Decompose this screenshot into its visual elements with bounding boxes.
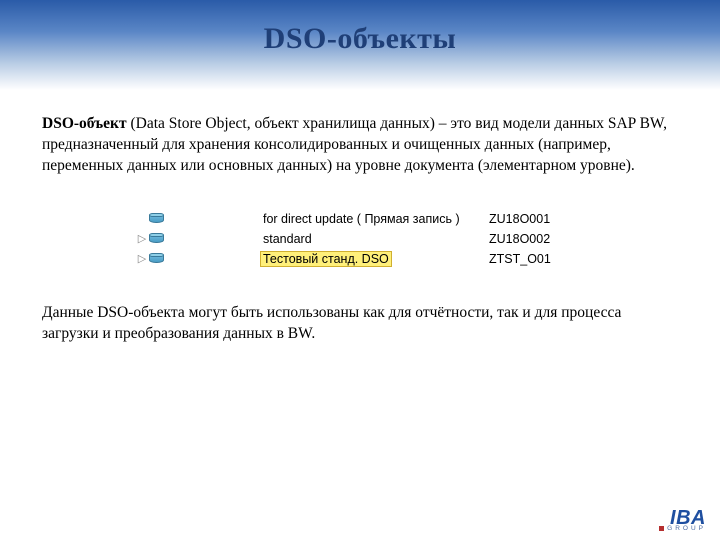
logo-subtext: GROUP bbox=[659, 525, 706, 532]
outro-paragraph: Данные DSO-объекта могут быть использова… bbox=[42, 303, 678, 345]
tree-code: ZU18O001 bbox=[489, 212, 599, 226]
page-title: DSO-объекты bbox=[0, 0, 720, 56]
tree-row[interactable]: ▷ for direct update ( Прямая запись ) ZU… bbox=[121, 209, 599, 229]
iba-logo: IBA GROUP bbox=[659, 509, 706, 532]
tree-label: standard bbox=[261, 232, 314, 246]
intro-paragraph: DSO-объект (Data Store Object, объект хр… bbox=[42, 114, 678, 177]
expand-icon[interactable]: ▷ bbox=[137, 232, 147, 245]
intro-rest: (Data Store Object, объект хранилища дан… bbox=[42, 115, 667, 174]
header-band: DSO-объекты bbox=[0, 0, 720, 90]
datastore-icon bbox=[149, 213, 164, 224]
tree-label: Тестовый станд. DSO bbox=[261, 252, 391, 266]
dso-tree-screenshot: ▷ for direct update ( Прямая запись ) ZU… bbox=[121, 209, 599, 269]
datastore-icon bbox=[149, 233, 164, 244]
tree-code: ZU18O002 bbox=[489, 232, 599, 246]
tree-row[interactable]: ▷ Тестовый станд. DSO ZTST_O01 bbox=[121, 249, 599, 269]
content-area: DSO-объект (Data Store Object, объект хр… bbox=[0, 90, 720, 345]
expand-icon[interactable]: ▷ bbox=[137, 252, 147, 265]
intro-term: DSO-объект bbox=[42, 115, 127, 132]
datastore-icon bbox=[149, 253, 164, 264]
logo-square-icon bbox=[659, 526, 664, 531]
tree-code: ZTST_O01 bbox=[489, 252, 599, 266]
tree-row[interactable]: ▷ standard ZU18O002 bbox=[121, 229, 599, 249]
tree-label: for direct update ( Прямая запись ) bbox=[261, 212, 462, 226]
